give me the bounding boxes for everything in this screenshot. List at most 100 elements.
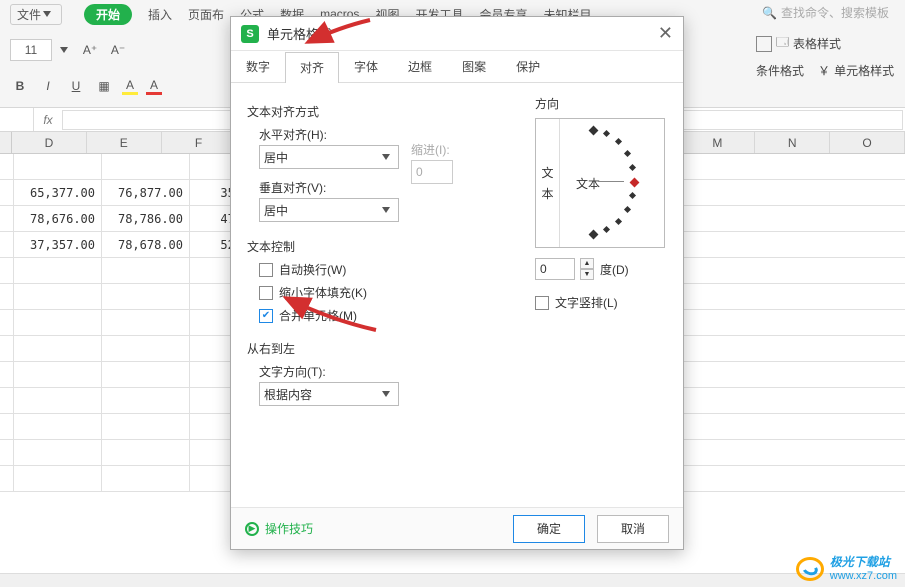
chevron-down-icon	[382, 391, 390, 397]
tab-font[interactable]: 字体	[339, 51, 393, 82]
v-align-select[interactable]: 居中	[259, 198, 399, 222]
italic-icon[interactable]: I	[38, 76, 58, 96]
cond-format-label: 条件格式	[756, 62, 804, 79]
app-icon: S	[241, 25, 259, 43]
tab-number[interactable]: 数字	[231, 51, 285, 82]
horizontal-scrollbar[interactable]	[0, 573, 905, 587]
h-align-select[interactable]: 居中	[259, 145, 399, 169]
tab-protection[interactable]: 保护	[501, 51, 555, 82]
merge-label: 合并单元格(M)	[279, 307, 357, 324]
wrap-label: 自动换行(W)	[279, 261, 346, 278]
spinner-buttons[interactable]: ▲▼	[580, 258, 594, 280]
text-dir-value: 根据内容	[264, 386, 312, 403]
fx-label[interactable]: fx	[34, 113, 62, 127]
direction-label: 方向	[535, 95, 665, 112]
col-header[interactable]: E	[87, 132, 162, 153]
section-rtl: 从右到左	[247, 340, 667, 357]
menu-tab-page-layout[interactable]: 页面布	[188, 6, 224, 23]
orientation-box[interactable]: 文本 文本	[535, 118, 665, 248]
degree-label: 度(D)	[600, 261, 629, 278]
file-menu[interactable]: 文件	[10, 4, 62, 25]
dialog-body: 文本对齐方式 水平对齐(H): 居中 缩进(I): 0 垂直对齐(V): 居中 …	[231, 83, 683, 513]
money-icon: ￥	[818, 62, 830, 79]
ribbon-right: 🔍 查找命令、搜索模板 🗔表格样式 条件格式 ￥单元格样式	[756, 0, 895, 79]
checkbox-checked-icon[interactable]	[259, 309, 273, 323]
font-color-icon[interactable]: A	[146, 78, 162, 95]
dialog-footer: ▶ 操作技巧 确定 取消	[231, 507, 683, 549]
ok-button[interactable]: 确定	[513, 515, 585, 543]
chevron-up-icon[interactable]: ▲	[580, 258, 594, 269]
watermark-logo-icon	[796, 557, 824, 581]
close-icon[interactable]: ✕	[658, 23, 673, 44]
direction-panel: 方向 文本 文本	[535, 95, 665, 315]
indent-label: 缩进(I):	[411, 141, 453, 158]
col-header[interactable]: F	[162, 132, 237, 153]
v-align-value: 居中	[264, 202, 288, 219]
chevron-down-icon[interactable]: ▼	[580, 269, 594, 280]
table-style-button[interactable]: 🗔表格样式	[756, 33, 841, 54]
checkbox-icon[interactable]	[535, 296, 549, 310]
tab-pattern[interactable]: 图案	[447, 51, 501, 82]
tab-alignment[interactable]: 对齐	[285, 52, 339, 83]
checkbox-icon[interactable]	[259, 286, 273, 300]
cell[interactable]: 78,786.00	[102, 206, 190, 231]
orientation-text: 文本	[576, 175, 600, 192]
shrink-label: 缩小字体填充(K)	[279, 284, 367, 301]
degree-row: 0 ▲▼ 度(D)	[535, 258, 665, 280]
cell-format-dialog: S 单元格格式 ✕ 数字 对齐 字体 边框 图案 保护 文本对齐方式 水平对齐(…	[230, 16, 684, 550]
cond-format-button[interactable]: 条件格式	[756, 62, 804, 79]
cancel-button[interactable]: 取消	[597, 515, 669, 543]
decrease-font-icon[interactable]: A⁻	[108, 40, 128, 60]
file-menu-label: 文件	[17, 6, 41, 23]
money-button[interactable]: ￥单元格样式	[818, 62, 894, 79]
select-all-corner[interactable]	[0, 132, 12, 153]
table-style-label: 表格样式	[793, 35, 841, 52]
degree-spinner[interactable]: 0	[535, 258, 575, 280]
text-dir-select[interactable]: 根据内容	[259, 382, 399, 406]
play-icon: ▶	[245, 522, 259, 536]
tips-link[interactable]: ▶ 操作技巧	[245, 520, 313, 537]
cell[interactable]: 65,377.00	[14, 180, 102, 205]
dropdown-arrow-icon[interactable]	[60, 47, 68, 53]
indent-group: 缩进(I): 0	[411, 141, 453, 184]
name-box[interactable]	[0, 108, 34, 131]
dialog-title: 单元格格式	[267, 24, 658, 43]
tab-border[interactable]: 边框	[393, 51, 447, 82]
cell-style-label: 单元格样式	[834, 62, 894, 79]
format-table-icon: 🗔	[776, 33, 789, 54]
orientation-dial[interactable]: 文本	[560, 119, 664, 247]
watermark: 极光下载站 www.xz7.com	[796, 555, 897, 583]
underline-icon[interactable]: U	[66, 76, 86, 96]
vertical-text-sample[interactable]: 文本	[536, 119, 560, 247]
cell[interactable]: 78,676.00	[14, 206, 102, 231]
cell[interactable]: 76,877.00	[102, 180, 190, 205]
bold-icon[interactable]: B	[10, 76, 30, 96]
watermark-name: 极光下载站	[830, 555, 897, 569]
menu-tab-home[interactable]: 开始	[84, 4, 132, 25]
font-size-input[interactable]: 11	[10, 39, 52, 61]
search-box[interactable]: 🔍 查找命令、搜索模板	[756, 0, 895, 25]
menu-tab-insert[interactable]: 插入	[148, 6, 172, 23]
chevron-down-icon	[382, 207, 390, 213]
border-icon[interactable]: ▦	[94, 76, 114, 96]
chevron-down-icon	[382, 154, 390, 160]
checkbox-icon[interactable]	[259, 263, 273, 277]
cell[interactable]: 78,678.00	[102, 232, 190, 257]
grid-icon	[756, 36, 772, 52]
dialog-tabs: 数字 对齐 字体 边框 图案 保护	[231, 51, 683, 83]
tips-label: 操作技巧	[265, 520, 313, 537]
col-header[interactable]: N	[755, 132, 830, 153]
col-header[interactable]: D	[12, 132, 87, 153]
col-header[interactable]: O	[830, 132, 905, 153]
col-header[interactable]: M	[681, 132, 756, 153]
cell[interactable]: 37,357.00	[14, 232, 102, 257]
watermark-url: www.xz7.com	[830, 569, 897, 583]
vertical-text-checkbox-row[interactable]: 文字竖排(L)	[535, 294, 665, 311]
text-dir-label: 文字方向(T):	[259, 363, 667, 380]
dialog-titlebar: S 单元格格式 ✕	[231, 17, 683, 51]
vertical-text-label: 文字竖排(L)	[555, 294, 618, 311]
increase-font-icon[interactable]: A⁺	[80, 40, 100, 60]
fill-color-icon[interactable]: A	[122, 78, 138, 95]
indent-spinner[interactable]: 0	[411, 160, 453, 184]
search-icon: 🔍	[762, 6, 777, 20]
